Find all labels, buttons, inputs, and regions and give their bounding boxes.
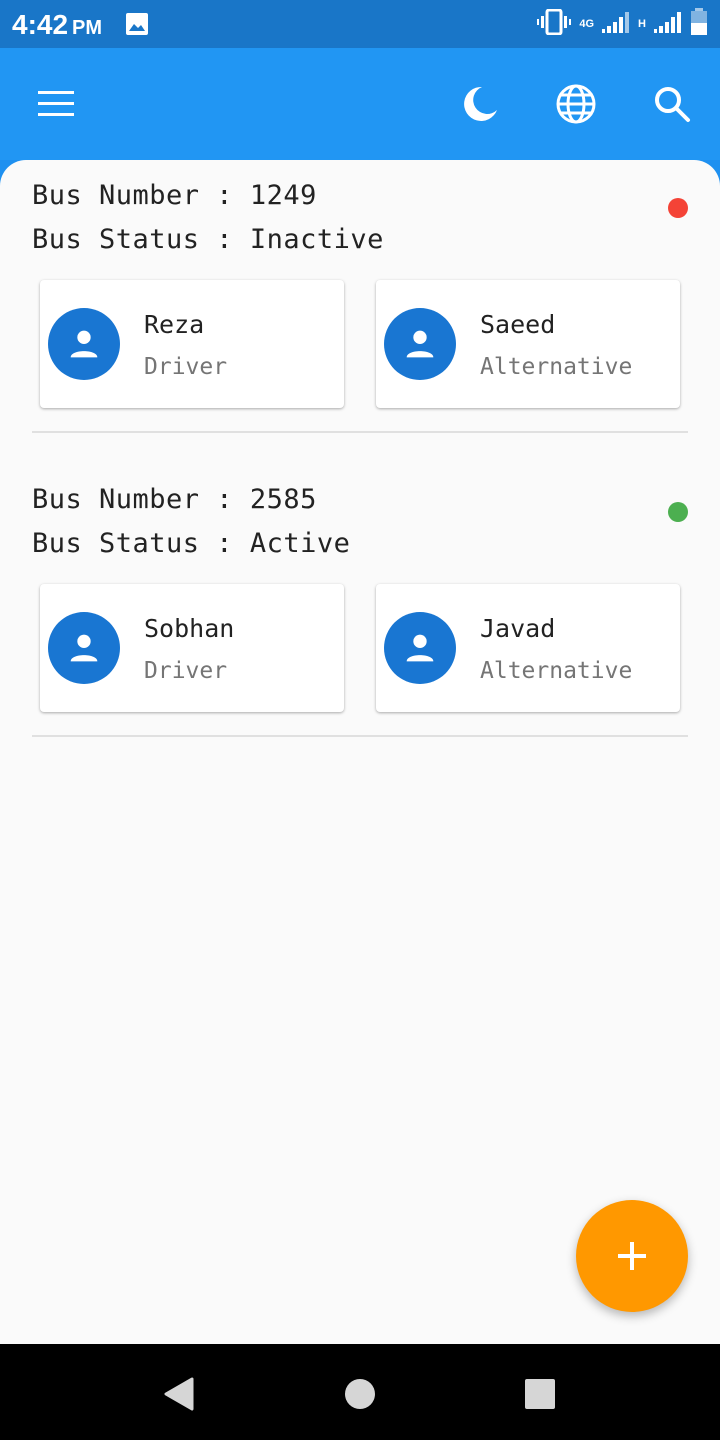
avatar: [384, 308, 456, 380]
vibrate-icon: [537, 8, 572, 40]
clock-time: 4:42: [12, 9, 69, 40]
signal-icon: [654, 11, 682, 38]
person-icon: [70, 330, 98, 358]
person-name: Sobhan: [144, 614, 235, 643]
status-time: 4:42 PM: [12, 9, 102, 41]
status-indicator-active: [668, 502, 688, 522]
status-icons: 4G H: [537, 7, 708, 41]
avatar: [384, 612, 456, 684]
bus-status: Bus Status : Active: [32, 528, 351, 559]
bus-item[interactable]: Bus Number : 2585 Bus Status : Active: [32, 478, 688, 566]
avatar: [48, 612, 120, 684]
image-icon: [125, 12, 149, 41]
status-indicator-inactive: [668, 198, 688, 218]
clock-ampm: PM: [72, 17, 103, 39]
bus-list: Bus Number : 1249 Bus Status : Inactive …: [0, 160, 720, 1344]
person-role: Alternative: [480, 658, 633, 684]
person-icon: [406, 330, 434, 358]
person-name: Saeed: [480, 310, 556, 339]
battery-icon: [690, 7, 708, 41]
person-name: Reza: [144, 310, 205, 339]
person-role: Driver: [144, 658, 228, 684]
person-icon: [70, 634, 98, 662]
network-type-1: 4G: [579, 18, 595, 30]
bus-number: Bus Number : 2585: [32, 484, 317, 515]
add-bus-button[interactable]: [576, 1200, 688, 1312]
recents-button[interactable]: [522, 1376, 558, 1412]
dark-mode-icon[interactable]: [456, 80, 504, 128]
person-role: Driver: [144, 354, 228, 380]
bus-status: Bus Status : Inactive: [32, 224, 384, 255]
signal-icon: [602, 11, 630, 38]
language-icon[interactable]: [552, 80, 600, 128]
app-bar: [0, 48, 720, 160]
add-icon: [618, 1242, 646, 1270]
driver-card[interactable]: Sobhan Driver: [40, 584, 344, 712]
person-role: Alternative: [480, 354, 633, 380]
network-type-2: H: [638, 18, 646, 30]
bus-item[interactable]: Bus Number : 1249 Bus Status : Inactive: [32, 174, 688, 262]
avatar: [48, 308, 120, 380]
alternative-card[interactable]: Saeed Alternative: [376, 280, 680, 408]
home-button[interactable]: [342, 1376, 378, 1412]
divider: [32, 735, 688, 737]
person-name: Javad: [480, 614, 556, 643]
status-bar: 4:42 PM 4G H: [0, 0, 720, 48]
bus-number: Bus Number : 1249: [32, 180, 317, 211]
person-icon: [406, 634, 434, 662]
driver-card[interactable]: Reza Driver: [40, 280, 344, 408]
divider: [32, 431, 688, 433]
search-icon[interactable]: [648, 80, 696, 128]
system-nav-bar: [0, 1344, 720, 1440]
back-button[interactable]: [160, 1376, 196, 1412]
menu-icon[interactable]: [32, 80, 80, 128]
alternative-card[interactable]: Javad Alternative: [376, 584, 680, 712]
